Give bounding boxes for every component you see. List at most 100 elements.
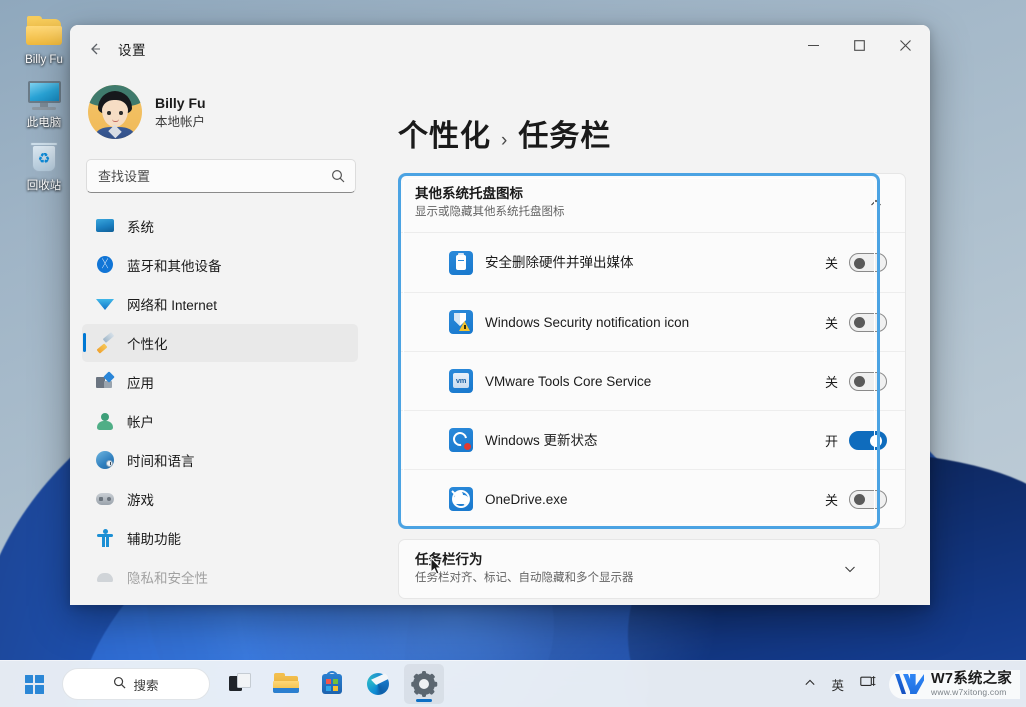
sidebar-item-gaming[interactable]: 游戏 xyxy=(82,480,358,518)
profile-name: Billy Fu xyxy=(155,94,206,111)
onedrive-icon xyxy=(449,487,473,511)
tray-row-toggle[interactable] xyxy=(849,312,887,332)
behaviors-card-subtitle: 任务栏对齐、标记、自动隐藏和多个显示器 xyxy=(415,572,634,584)
privacy-icon xyxy=(96,568,114,586)
accessibility-icon xyxy=(96,529,114,547)
search-icon xyxy=(113,676,126,692)
tray-row-label: Windows Security notification icon xyxy=(485,314,690,330)
microsoft-store-button[interactable] xyxy=(312,664,352,704)
close-button[interactable] xyxy=(882,25,928,65)
tray-row[interactable]: OneDrive.exe 关 xyxy=(399,469,905,528)
vmware-tools-icon: vm xyxy=(449,369,473,393)
settings-button[interactable] xyxy=(404,664,444,704)
sidebar-nav: 系统 ᚷ 蓝牙和其他设备 网络和 Internet 个性化 应用 帐户 时间和语… xyxy=(82,207,358,596)
breadcrumb: 个性化 › 任务栏 xyxy=(398,73,906,173)
toggle-state-label: 关 xyxy=(824,374,838,390)
start-button[interactable] xyxy=(14,664,54,704)
behaviors-card-title: 任务栏行为 xyxy=(415,552,483,567)
tray-overflow-button[interactable] xyxy=(797,667,823,701)
chevron-up-icon xyxy=(804,677,816,692)
window-controls xyxy=(790,25,930,73)
windows-security-icon xyxy=(449,310,473,334)
other-system-tray-icons-card: 其他系统托盘图标 显示或隐藏其他系统托盘图标 安全删除硬件并弹出媒体 关 Win… xyxy=(398,173,906,529)
sidebar-item-label: 系统 xyxy=(127,220,154,235)
sidebar-item-label: 隐私和安全性 xyxy=(127,571,208,586)
tray-card-header[interactable]: 其他系统托盘图标 显示或隐藏其他系统托盘图标 xyxy=(399,174,905,232)
sidebar-item-network[interactable]: 网络和 Internet xyxy=(82,285,358,323)
tray-row[interactable]: 安全删除硬件并弹出媒体 关 xyxy=(399,233,905,292)
sidebar-item-system[interactable]: 系统 xyxy=(82,207,358,245)
tray-row[interactable]: vm VMware Tools Core Service 关 xyxy=(399,351,905,410)
sidebar-item-label: 应用 xyxy=(127,376,154,391)
network-tray-icon xyxy=(860,675,876,693)
usb-eject-icon xyxy=(449,250,473,275)
sidebar-item-personalization[interactable]: 个性化 xyxy=(82,324,358,362)
network-icon xyxy=(96,295,114,313)
site-watermark: W7系统之家 www.w7xitong.com xyxy=(889,669,1020,699)
toggle-state-label: 关 xyxy=(824,315,838,331)
page-title: 任务栏 xyxy=(518,120,612,153)
chevron-down-icon[interactable] xyxy=(837,563,863,575)
tray-row-toggle[interactable] xyxy=(849,253,887,272)
back-arrow-icon[interactable] xyxy=(78,34,112,64)
search-input[interactable] xyxy=(87,168,321,184)
windows-logo-icon xyxy=(24,674,44,694)
desktop-icon-label: Billy Fu xyxy=(25,54,63,66)
tray-row-toggle[interactable] xyxy=(849,371,887,391)
desktop-icon-label: 此电脑 xyxy=(26,117,62,129)
file-explorer-button[interactable] xyxy=(266,664,306,704)
sidebar-item-accounts[interactable]: 帐户 xyxy=(82,402,358,440)
bluetooth-icon: ᚷ xyxy=(96,256,114,274)
sidebar-item-label: 时间和语言 xyxy=(127,454,195,469)
sidebar-item-label: 网络和 Internet xyxy=(127,298,218,313)
taskbar-search[interactable]: 搜索 xyxy=(62,668,210,700)
this-pc-icon xyxy=(24,77,64,113)
avatar xyxy=(88,85,142,139)
tray-card-title: 其他系统托盘图标 xyxy=(415,186,523,201)
tray-row-toggle[interactable] xyxy=(849,430,887,450)
toggle-state-label: 关 xyxy=(824,256,838,271)
tray-row-label: 安全删除硬件并弹出媒体 xyxy=(485,255,634,270)
toggle-state-label: 关 xyxy=(824,492,838,508)
sidebar-item-time-language[interactable]: 时间和语言 xyxy=(82,441,358,479)
window-title: 设置 xyxy=(118,43,146,58)
maximize-button[interactable] xyxy=(836,25,882,65)
minimize-button[interactable] xyxy=(790,25,836,65)
breadcrumb-separator: › xyxy=(501,130,509,151)
sidebar-item-accessibility[interactable]: 辅助功能 xyxy=(82,519,358,557)
system-icon xyxy=(96,217,114,235)
network-tray-button[interactable] xyxy=(853,667,883,701)
tray-row[interactable]: Windows Security notification icon 关 xyxy=(399,292,905,351)
windows-update-icon xyxy=(449,428,473,452)
task-view-button[interactable] xyxy=(220,664,260,704)
desktop: Billy Fu 此电脑 ♻ 回收站 设置 Billy Fu 本地帐户 查找设置… xyxy=(0,0,1026,707)
profile-subtitle: 本地帐户 xyxy=(155,114,206,129)
mouse-cursor xyxy=(430,556,443,576)
microsoft-edge-button[interactable] xyxy=(358,664,398,704)
accounts-icon xyxy=(96,412,114,430)
sidebar-item-label: 游戏 xyxy=(127,493,154,508)
sidebar-item-label: 帐户 xyxy=(127,415,154,430)
ime-indicator[interactable]: 英 xyxy=(825,667,852,701)
apps-icon xyxy=(96,371,115,391)
sidebar-item-privacy[interactable]: 隐私和安全性 xyxy=(82,558,358,596)
breadcrumb-parent[interactable]: 个性化 xyxy=(398,111,491,155)
sidebar-item-apps[interactable]: 应用 xyxy=(82,363,358,401)
content-pane: 个性化 › 任务栏 其他系统托盘图标 显示或隐藏其他系统托盘图标 安全删除硬件并… xyxy=(370,73,930,605)
time-language-icon xyxy=(96,451,114,469)
tray-row-toggle[interactable] xyxy=(849,489,887,509)
chevron-up-icon[interactable] xyxy=(863,197,889,209)
tray-row-label: VMware Tools Core Service xyxy=(485,373,652,389)
other-system-tray-icons-section: 其他系统托盘图标 显示或隐藏其他系统托盘图标 安全删除硬件并弹出媒体 关 Win… xyxy=(398,173,906,529)
taskbar: 搜索 英 W7系统之家 www.w7xitong.com xyxy=(0,660,1026,707)
tray-row[interactable]: Windows 更新状态 开 xyxy=(399,410,905,469)
behaviors-card-header[interactable]: 任务栏行为 任务栏对齐、标记、自动隐藏和多个显示器 xyxy=(399,540,879,598)
sidebar-item-bluetooth[interactable]: ᚷ 蓝牙和其他设备 xyxy=(82,246,358,284)
search-icon xyxy=(321,169,355,183)
taskbar-tray: 英 W7系统之家 www.w7xitong.com xyxy=(797,667,1026,701)
tray-card-subtitle: 显示或隐藏其他系统托盘图标 xyxy=(415,206,565,218)
taskbar-behaviors-card[interactable]: 任务栏行为 任务栏对齐、标记、自动隐藏和多个显示器 xyxy=(398,539,880,599)
search-box[interactable] xyxy=(86,159,356,193)
folder-icon xyxy=(24,14,64,50)
user-profile[interactable]: Billy Fu 本地帐户 xyxy=(82,73,358,155)
